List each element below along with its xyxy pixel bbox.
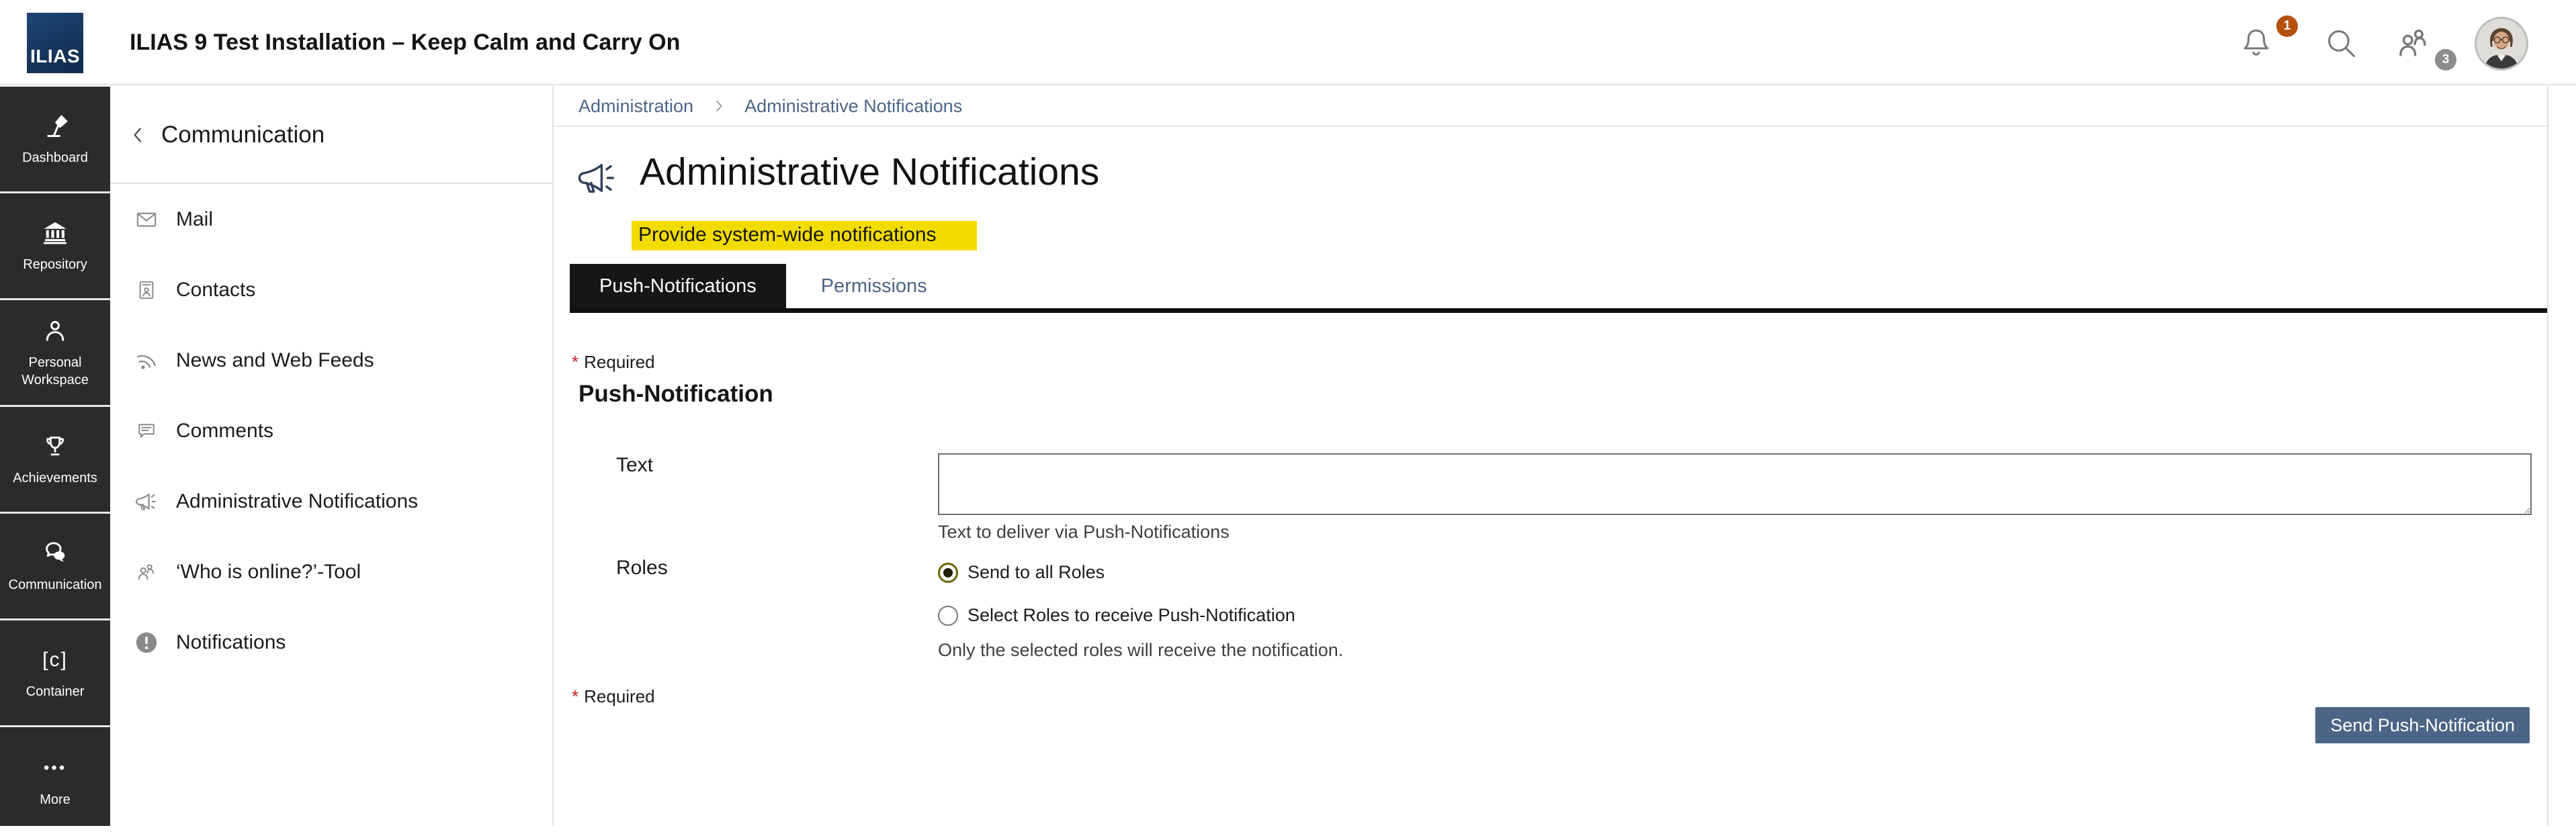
tab-underline: [570, 308, 2548, 313]
main-content: Administration Administrative Notificati…: [554, 87, 2548, 826]
required-note-top: * Required: [572, 352, 655, 373]
rss-icon: [133, 349, 160, 372]
tab-bar: Push-Notifications Permissions: [570, 264, 957, 308]
breadcrumb-link-administration[interactable]: Administration: [578, 96, 693, 117]
ilias-logo-text: ILIAS: [30, 46, 80, 67]
sidebar-item-communication[interactable]: Communication: [0, 514, 110, 620]
tab-permissions[interactable]: Permissions: [791, 264, 957, 308]
back-button[interactable]: [128, 125, 148, 145]
bell-icon: [2239, 26, 2274, 60]
panel-item-administrative-notifications[interactable]: Administrative Notifications: [110, 466, 552, 537]
top-bar: ILIAS ILIAS 9 Test Installation – Keep C…: [0, 0, 2576, 85]
communication-panel: Communication Mail Contacts: [110, 87, 554, 826]
required-note-bottom: * Required: [572, 686, 655, 707]
panel-item-label: Contacts: [176, 279, 255, 302]
contact-card-icon: [133, 279, 160, 302]
sidebar-item-more[interactable]: ••• More: [0, 727, 110, 834]
notification-center-button[interactable]: [2235, 0, 2278, 85]
panel-item-label: Comments: [176, 420, 273, 443]
required-asterisk: *: [572, 686, 578, 706]
two-users-icon: [133, 561, 160, 584]
exclamation-circle-icon: [133, 630, 160, 655]
page-byline: Provide system-wide notifications: [632, 221, 977, 250]
sidebar-item-label: Container: [26, 683, 85, 700]
required-asterisk: *: [572, 352, 578, 372]
panel-item-news-web-feeds[interactable]: News and Web Feeds: [110, 325, 552, 396]
push-notification-text-input[interactable]: [938, 453, 2532, 515]
users-icon: [2394, 24, 2433, 62]
sidebar-item-label: Repository: [23, 256, 87, 273]
chat-bubbles-icon: [40, 539, 70, 568]
panel-item-notifications[interactable]: Notifications: [110, 607, 552, 678]
page-title: Administrative Notifications: [640, 150, 1099, 194]
trophy-icon: [41, 432, 69, 461]
form-section-title: Push-Notification: [578, 381, 773, 408]
text-field-label: Text: [616, 454, 653, 477]
radio-option-label: Send to all Roles: [968, 562, 1105, 583]
search-icon: [2323, 26, 2358, 60]
container-icon: [c]: [42, 645, 68, 675]
roles-field-label: Roles: [616, 557, 668, 580]
ilias-logo[interactable]: ILIAS: [27, 13, 83, 73]
panel-item-label: ‘Who is online?’-Tool: [176, 561, 361, 584]
sidebar-item-label: Personal Workspace: [5, 354, 105, 389]
send-push-notification-button[interactable]: Send Push-Notification: [2315, 707, 2530, 743]
envelope-icon: [133, 207, 160, 232]
chevron-right-icon: [711, 98, 727, 114]
megaphone-icon: [133, 490, 160, 514]
sidebar-item-achievements[interactable]: Achievements: [0, 407, 110, 514]
text-field-byline: Text to deliver via Push-Notifications: [938, 522, 1230, 543]
person-icon: [41, 316, 69, 346]
sidebar-item-repository[interactable]: Repository: [0, 193, 110, 300]
tab-push-notifications[interactable]: Push-Notifications: [570, 264, 786, 308]
sidebar-item-label: Communication: [9, 576, 102, 594]
avatar[interactable]: [2475, 17, 2528, 71]
panel-header: Communication: [110, 87, 552, 184]
scrollbar-gutter-divider: [2547, 87, 2548, 826]
panel-item-mail[interactable]: Mail: [110, 184, 552, 254]
bell-badge: 1: [2276, 15, 2298, 37]
panel-item-label: Administrative Notifications: [176, 490, 418, 513]
radio-option-select-roles[interactable]: Select Roles to receive Push-Notificatio…: [938, 605, 1295, 626]
panel-item-who-is-online-tool[interactable]: ‘Who is online?’-Tool: [110, 537, 552, 607]
panel-item-label: Notifications: [176, 631, 286, 654]
avatar-photo: [2477, 19, 2526, 68]
main-sidebar: Dashboard Repository Personal Workspace: [0, 87, 110, 826]
radio-option-send-to-all-roles[interactable]: Send to all Roles: [938, 562, 1105, 583]
panel-title: Communication: [161, 122, 325, 148]
desk-lamp-icon: [41, 111, 69, 141]
chevron-left-icon: [128, 125, 148, 145]
roles-field-byline: Only the selected roles will receive the…: [938, 640, 1343, 661]
required-label: Required: [584, 352, 655, 372]
megaphone-icon: [574, 156, 621, 199]
sidebar-item-label: More: [40, 791, 71, 808]
more-dots-icon: •••: [44, 753, 67, 783]
panel-item-label: News and Web Feeds: [176, 349, 374, 372]
radio-checked-icon: [938, 563, 958, 583]
required-label: Required: [584, 686, 655, 706]
bank-icon: [41, 218, 69, 248]
radio-unchecked-icon: [938, 606, 958, 626]
sidebar-item-personal-workspace[interactable]: Personal Workspace: [0, 300, 110, 407]
sidebar-item-container[interactable]: [c] Container: [0, 620, 110, 727]
online-users-badge: 3: [2435, 49, 2456, 71]
site-title: ILIAS 9 Test Installation – Keep Calm an…: [130, 0, 680, 85]
search-button[interactable]: [2319, 0, 2362, 85]
panel-item-comments[interactable]: Comments: [110, 396, 552, 466]
panel-item-label: Mail: [176, 208, 213, 231]
breadcrumb: Administration Administrative Notificati…: [554, 87, 2548, 127]
sidebar-item-dashboard[interactable]: Dashboard: [0, 87, 110, 193]
comment-icon: [133, 420, 160, 443]
breadcrumb-link-administrative-notifications[interactable]: Administrative Notifications: [744, 96, 962, 117]
sidebar-item-label: Achievements: [13, 469, 97, 487]
panel-item-contacts[interactable]: Contacts: [110, 254, 552, 325]
radio-option-label: Select Roles to receive Push-Notificatio…: [968, 605, 1295, 626]
sidebar-item-label: Dashboard: [22, 149, 88, 167]
online-users-button[interactable]: [2389, 0, 2438, 85]
